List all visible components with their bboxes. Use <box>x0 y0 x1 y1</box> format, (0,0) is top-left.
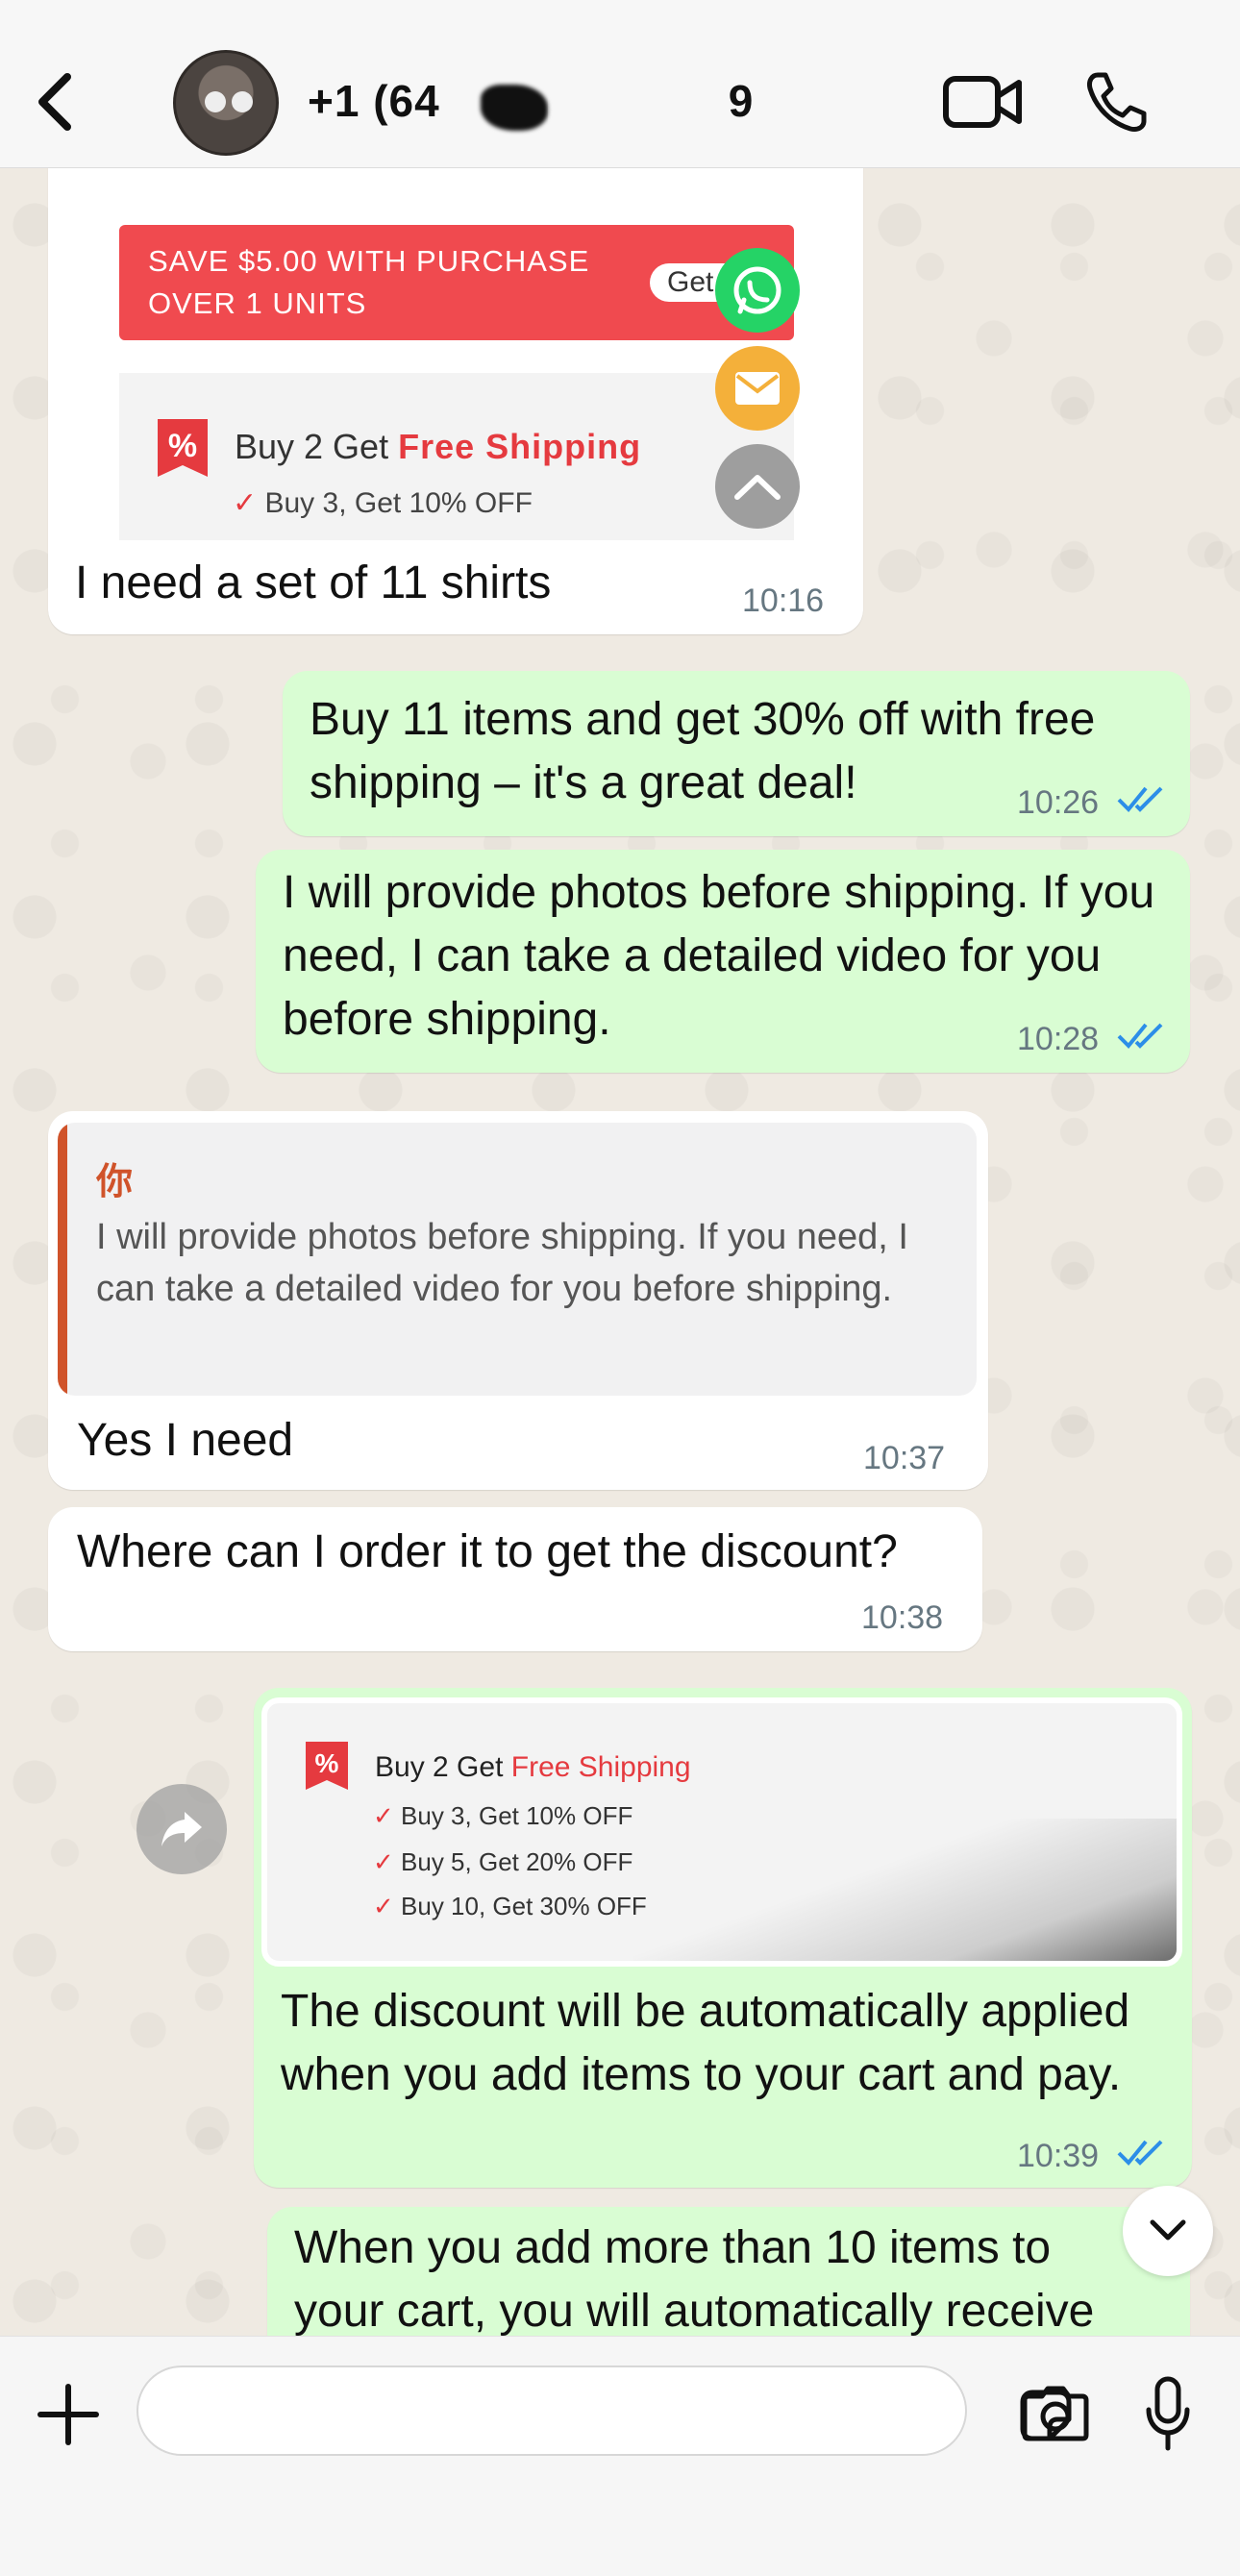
avatar-eye-right <box>232 91 253 112</box>
promo-sub: ✓ Buy 3, Get 10% OFF <box>233 486 533 520</box>
message-composer <box>0 2336 1240 2576</box>
check-icon: ✓ <box>233 487 258 519</box>
whatsapp-float-button[interactable] <box>715 248 800 333</box>
promo-tier-row: ✓ Buy 5, Get 20% OFF <box>373 1847 632 1877</box>
promo-offer-card[interactable]: % Buy 2 Get Free Shipping ✓ Buy 3, Get 1… <box>261 1697 1182 1967</box>
scroll-up-button[interactable] <box>715 444 800 529</box>
message-time: 10:26 <box>1017 784 1100 821</box>
video-call-button[interactable] <box>942 75 1023 129</box>
read-ticks-icon <box>1117 2140 1163 2166</box>
check-icon: ✓ <box>373 1801 394 1830</box>
promo-sub-text: Buy 3, Get 10% OFF <box>264 487 533 519</box>
promo-offer-card[interactable]: % Buy 2 Get Free Shipping ✓ Buy 3, Get 1… <box>119 373 794 540</box>
chevron-down-icon <box>1150 2219 1186 2241</box>
forward-button[interactable] <box>136 1784 227 1874</box>
message-input-box[interactable] <box>136 2365 1072 2456</box>
voice-message-button[interactable] <box>1144 2375 1192 2452</box>
check-icon: ✓ <box>373 1892 394 1920</box>
message-time: 10:16 <box>742 582 825 619</box>
attach-button[interactable] <box>37 2383 100 2446</box>
check-icon: ✓ <box>373 1847 394 1876</box>
camera-icon <box>1022 2386 1089 2441</box>
quote-text: I will provide photos before shipping. I… <box>96 1217 908 1309</box>
message-time: 10:38 <box>861 1599 944 1636</box>
whatsapp-icon <box>733 266 781 314</box>
contact-avatar[interactable] <box>173 50 279 156</box>
promo-headline: Buy 2 Get Free Shipping <box>235 427 641 467</box>
redaction-mark <box>481 85 548 131</box>
forward-icon <box>161 1812 202 1846</box>
contact-name-prefix: +1 (64 <box>308 76 440 126</box>
promo-tier-text: Buy 5, Get 20% OFF <box>401 1847 633 1876</box>
avatar-eye-left <box>205 91 226 112</box>
read-ticks-icon <box>1117 786 1163 812</box>
quote-accent-bar <box>58 1123 67 1396</box>
promo-banner[interactable]: SAVE $5.00 WITH PURCHASE OVER 1 UNITS Ge… <box>119 225 794 340</box>
card-shadow-overlay <box>632 1819 1177 1961</box>
message-time: 10:28 <box>1017 1021 1100 1057</box>
quoted-reply[interactable]: 你 I will provide photos before shipping.… <box>58 1123 977 1396</box>
contact-name-suffix: 9 <box>728 76 755 126</box>
promo-tier-row: ✓ Buy 10, Get 30% OFF <box>373 1892 647 1921</box>
message-text: Yes I need <box>77 1415 294 1466</box>
promo-tier-text: Buy 10, Get 30% OFF <box>401 1892 647 1920</box>
back-chevron-icon <box>38 73 71 131</box>
promo-headline-prefix: Buy 2 Get <box>235 427 399 466</box>
scroll-to-bottom-button[interactable] <box>1123 2186 1213 2276</box>
quote-author: 你 <box>96 1162 134 1202</box>
message-text: I need a set of 11 shirts <box>75 557 552 608</box>
read-ticks-icon <box>1117 1023 1163 1049</box>
promo-tier-text: Buy 3, Get 10% OFF <box>401 1801 633 1830</box>
voice-call-button[interactable] <box>1084 69 1150 135</box>
promo-headline-highlight: Free Shipping <box>398 427 642 466</box>
chat-header: +1 (64 9 <box>0 0 1240 168</box>
message-text: Where can I order it to get the discount… <box>77 1526 898 1577</box>
promo-banner-line1: SAVE $5.00 WITH PURCHASE <box>148 244 590 278</box>
mail-icon <box>735 372 780 405</box>
percent-tag-icon: % <box>158 419 208 477</box>
video-camera-icon <box>943 76 1022 128</box>
message-time: 10:37 <box>863 1440 946 1476</box>
camera-button[interactable] <box>1021 2383 1090 2442</box>
message-text: When you add more than 10 items to your … <box>294 2222 1095 2337</box>
back-button[interactable] <box>27 63 85 140</box>
message-text: The discount will be automatically appli… <box>281 1986 1130 2100</box>
plus-icon <box>37 2384 99 2445</box>
promo-banner-line2: OVER 1 UNITS <box>148 286 367 320</box>
promo-tier-row: ✓ Buy 3, Get 10% OFF <box>373 1801 632 1831</box>
promo-headline: Buy 2 Get Free Shipping <box>375 1751 691 1784</box>
scroll-up-icon <box>734 475 781 500</box>
promo-headline-prefix: Buy 2 Get <box>375 1751 511 1783</box>
promo-headline-highlight: Free Shipping <box>510 1751 691 1783</box>
mail-float-button[interactable] <box>715 346 800 431</box>
message-time: 10:39 <box>1017 2138 1100 2174</box>
microphone-icon <box>1146 2376 1190 2451</box>
redaction-blur <box>548 83 682 133</box>
message-input[interactable] <box>167 2385 879 2439</box>
phone-icon <box>1087 72 1147 132</box>
percent-tag-icon: % <box>306 1742 348 1790</box>
